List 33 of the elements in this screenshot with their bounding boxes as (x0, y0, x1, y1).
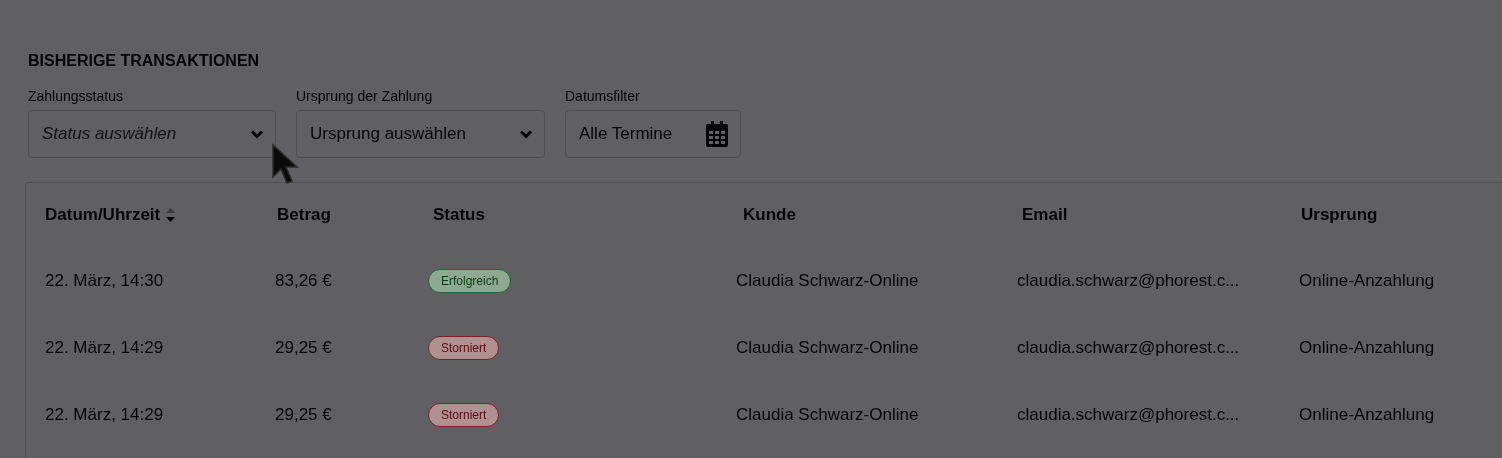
column-header: Email (1022, 205, 1068, 225)
table-cell-text: 29,25 € (275, 404, 333, 425)
table-cell-text: claudia.schwarz@phorest.c... (1017, 337, 1241, 358)
status-badge: Erfolgreich (428, 268, 512, 293)
date-filter-field[interactable]: Alle Termine (565, 110, 741, 158)
table-cell-text: 83,26 € (275, 270, 333, 291)
table-cell-text: Online-Anzahlung (1299, 404, 1436, 425)
filter-label: Zahlungsstatus (28, 88, 124, 104)
mouse-pointer-icon (271, 143, 299, 185)
status-badge: Storniert (428, 402, 500, 427)
column-header: Betrag (277, 205, 331, 225)
filter-label: Datumsfilter (565, 88, 641, 104)
section-title: BISHERIGE TRANSAKTIONEN (28, 52, 260, 70)
sort-icon[interactable] (166, 208, 176, 222)
chevron-down-icon (520, 129, 532, 139)
filter-label: Ursprung der Zahlung (296, 88, 434, 104)
dropdown-field[interactable]: Ursprung auswählen (296, 110, 545, 158)
table-cell-text: 29,25 € (275, 337, 333, 358)
table-cell-text: Online-Anzahlung (1299, 337, 1436, 358)
table-cell-text: claudia.schwarz@phorest.c... (1017, 270, 1241, 291)
status-badge: Storniert (428, 335, 500, 360)
dropdown-field[interactable]: Status auswählen (28, 110, 276, 158)
chevron-down-icon (251, 129, 263, 139)
column-header: Status (433, 205, 485, 225)
table-cell-text: 22. März, 14:29 (45, 337, 165, 358)
table-cell-text: 22. März, 14:30 (45, 270, 165, 291)
table-cell-text: claudia.schwarz@phorest.c... (1017, 404, 1241, 425)
column-header: Kunde (743, 205, 796, 225)
column-header[interactable]: Datum/Uhrzeit (45, 205, 161, 225)
table-cell-text: Online-Anzahlung (1299, 270, 1436, 291)
calendar-icon (706, 121, 728, 147)
column-header: Ursprung (1301, 205, 1378, 225)
table-cell-text: 22. März, 14:29 (45, 404, 165, 425)
